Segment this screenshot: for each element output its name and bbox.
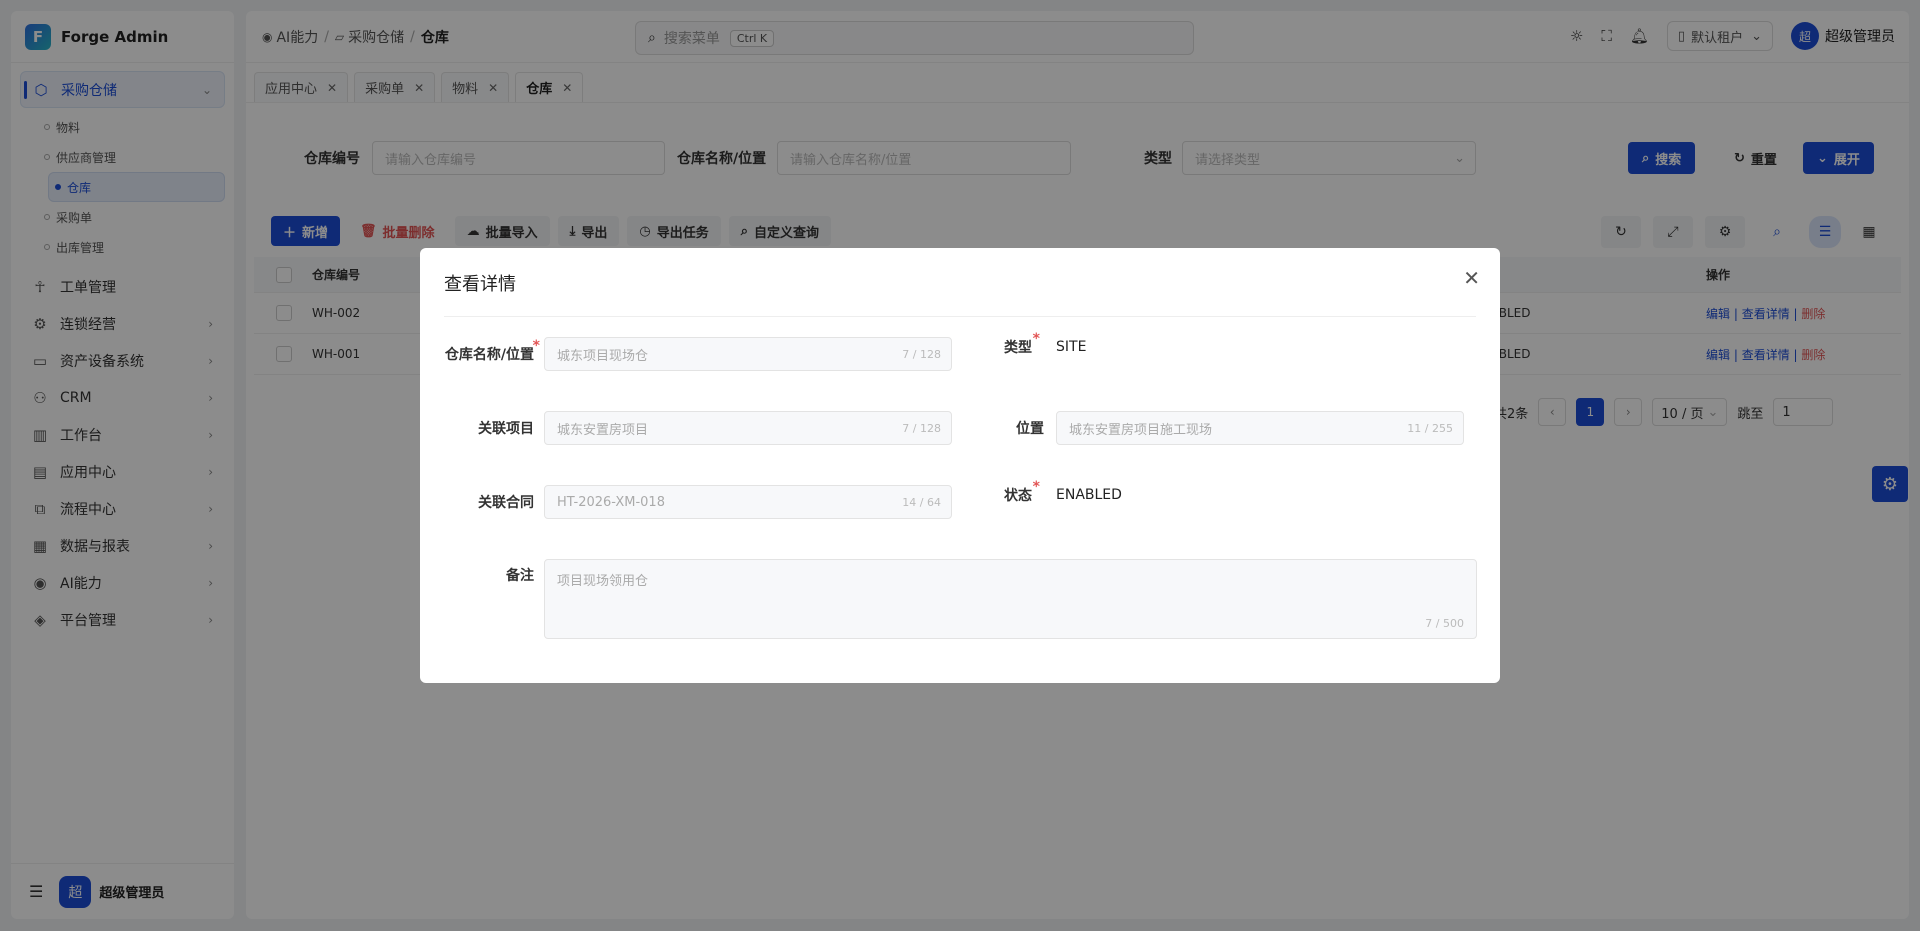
field-name-label: 仓库名称/位置 * bbox=[444, 338, 540, 364]
field-type: 类型 * SITE bbox=[968, 331, 1087, 357]
field-remark-label: 备注 bbox=[506, 568, 534, 584]
field-value: 项目现场领用仓 bbox=[557, 574, 649, 589]
field-value: HT-2026-XM-018 bbox=[557, 494, 665, 510]
field-value: 城东安置房项目施工现场 bbox=[1069, 422, 1213, 438]
field-status-label: 状态 * bbox=[968, 479, 1040, 505]
detail-dialog: 查看详情 ✕ 仓库名称/位置 * 城东项目现场仓 7 / 128 类型 * SITE … bbox=[420, 248, 1500, 683]
char-count: 7 / 128 bbox=[902, 421, 941, 435]
char-count: 11 / 255 bbox=[1407, 421, 1453, 435]
char-count: 14 / 64 bbox=[902, 495, 941, 509]
field-value: 城东安置房项目 bbox=[557, 422, 649, 438]
close-icon[interactable]: ✕ bbox=[1463, 266, 1480, 290]
char-count: 7 / 128 bbox=[902, 347, 941, 361]
field-status: 状态 * ENABLED bbox=[968, 479, 1122, 505]
field-location-label: 位置 bbox=[1016, 421, 1044, 437]
required-mark: * bbox=[1032, 331, 1040, 347]
field-type-value: SITE bbox=[1056, 339, 1087, 355]
field-type-label: 类型 * bbox=[968, 331, 1040, 357]
required-mark: * bbox=[1032, 479, 1040, 495]
field-remark: 备注 项目现场领用仓 7 / 500 bbox=[444, 559, 1477, 639]
field-name: 仓库名称/位置 * 城东项目现场仓 7 / 128 bbox=[444, 337, 952, 371]
dialog-title: 查看详情 bbox=[444, 274, 516, 295]
field-contract-input[interactable]: HT-2026-XM-018 14 / 64 bbox=[544, 485, 952, 519]
field-location: 位置 城东安置房项目施工现场 11 / 255 bbox=[968, 411, 1464, 445]
field-remark-textarea[interactable]: 项目现场领用仓 7 / 500 bbox=[544, 559, 1477, 639]
field-contract-label: 关联合同 bbox=[478, 495, 534, 511]
field-name-input[interactable]: 城东项目现场仓 7 / 128 bbox=[544, 337, 952, 371]
field-project-label: 关联项目 bbox=[478, 421, 534, 437]
field-project-input[interactable]: 城东安置房项目 7 / 128 bbox=[544, 411, 952, 445]
label-text: 类型 bbox=[1004, 340, 1032, 356]
char-count: 7 / 500 bbox=[1425, 617, 1464, 630]
field-project: 关联项目 城东安置房项目 7 / 128 bbox=[444, 411, 952, 445]
label-text: 仓库名称/位置 bbox=[444, 347, 534, 363]
field-location-input[interactable]: 城东安置房项目施工现场 11 / 255 bbox=[1056, 411, 1464, 445]
label-text: 状态 bbox=[1004, 488, 1032, 504]
field-status-value: ENABLED bbox=[1056, 487, 1122, 503]
required-mark: * bbox=[532, 338, 540, 354]
field-value: 城东项目现场仓 bbox=[557, 348, 649, 364]
field-contract: 关联合同 HT-2026-XM-018 14 / 64 bbox=[444, 485, 952, 519]
dialog-divider bbox=[444, 316, 1476, 317]
